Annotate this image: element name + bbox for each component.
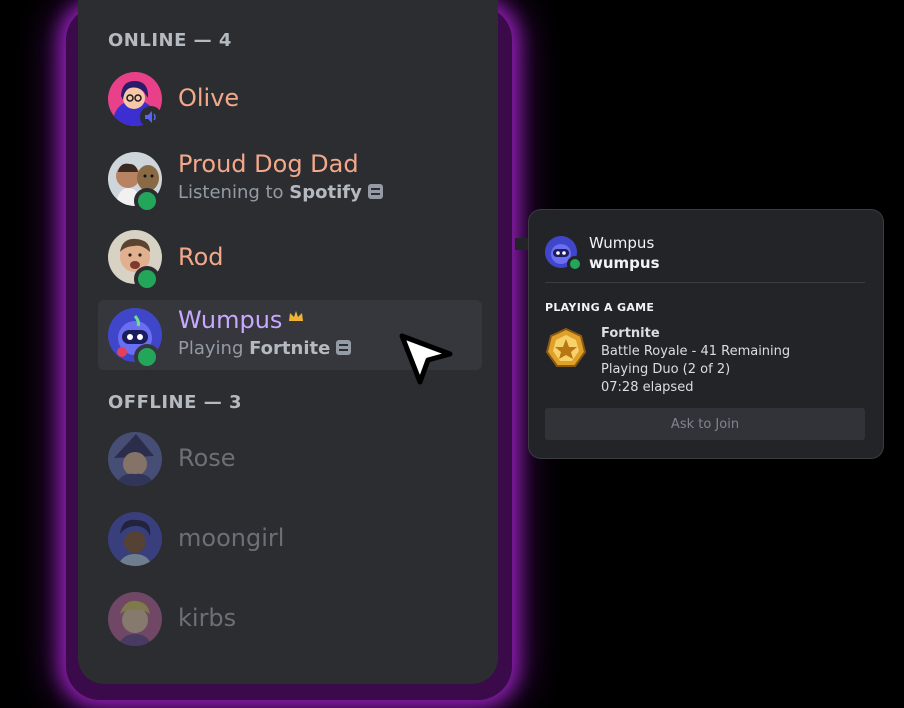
avatar-rose <box>108 432 162 486</box>
member-moongirl[interactable]: moongirl <box>98 504 482 574</box>
member-rod[interactable]: Rod <box>98 222 482 292</box>
activity-name: Spotify <box>289 182 362 203</box>
member-name-olive: Olive <box>178 84 240 112</box>
crown-icon <box>289 311 303 321</box>
member-name-rod: Rod <box>178 243 224 271</box>
online-section-header: ONLINE — 4 <box>108 30 232 51</box>
member-name-rose: Rose <box>178 444 236 472</box>
online-status-icon <box>567 256 583 272</box>
member-name-wumpus: Wumpus <box>178 306 283 334</box>
game-state: Playing Duo (2 of 2) <box>601 362 731 377</box>
activity-name: Fortnite <box>249 338 331 359</box>
game-elapsed: 07:28 elapsed <box>601 380 694 395</box>
member-proud-dog-dad[interactable]: Proud Dog Dad Listening to Spotify <box>98 144 482 214</box>
document-icon <box>367 184 383 199</box>
member-name-kirbs: kirbs <box>178 604 237 632</box>
online-status-icon <box>134 344 160 370</box>
member-name-moongirl: moongirl <box>178 524 285 552</box>
popout-connector <box>515 238 529 250</box>
member-activity-proud-dog-dad: Listening to Spotify <box>178 182 383 203</box>
popout-divider <box>545 282 865 283</box>
popout-section-title: PLAYING A GAME <box>545 301 655 314</box>
popout-display-name: Wumpus <box>589 234 655 252</box>
avatar-moongirl <box>108 512 162 566</box>
fortnite-badge-icon <box>545 327 587 367</box>
member-activity-wumpus: Playing Fortnite <box>178 338 352 359</box>
game-title: Fortnite <box>601 326 660 341</box>
popout-username: wumpus <box>589 254 660 272</box>
activity-prefix: Playing <box>178 338 250 359</box>
member-rose[interactable]: Rose <box>98 424 482 494</box>
member-kirbs[interactable]: kirbs <box>98 584 482 654</box>
online-status-icon <box>134 188 160 214</box>
avatar-kirbs <box>108 592 162 646</box>
ask-to-join-button[interactable]: Ask to Join <box>545 408 865 440</box>
activity-popout: Wumpus wumpus PLAYING A GAME Fortnite Ba… <box>529 210 883 458</box>
cursor-icon <box>399 333 453 385</box>
game-details: Battle Royale - 41 Remaining <box>601 344 791 359</box>
speaker-icon <box>140 106 162 128</box>
member-name-proud-dog-dad: Proud Dog Dad <box>178 150 359 178</box>
offline-section-header: OFFLINE — 3 <box>108 392 242 413</box>
online-status-icon <box>134 266 160 292</box>
member-olive[interactable]: Olive <box>98 64 482 134</box>
document-icon <box>336 340 352 355</box>
activity-prefix: Listening to <box>178 182 290 203</box>
